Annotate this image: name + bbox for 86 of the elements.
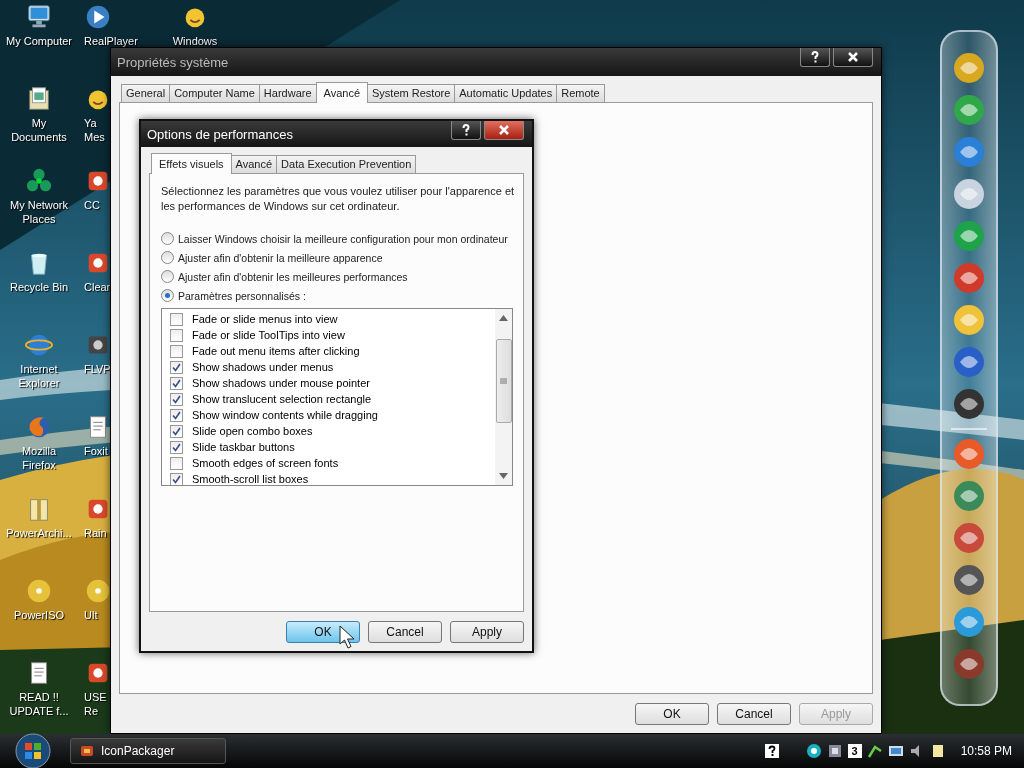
dialog-button[interactable]: OK — [286, 621, 360, 643]
help-icon[interactable] — [763, 743, 780, 759]
close-icon — [847, 51, 859, 63]
disc-icon[interactable] — [84, 577, 112, 605]
help-icon — [809, 51, 821, 63]
checkbox[interactable] — [170, 344, 183, 358]
start-button[interactable] — [14, 732, 52, 768]
desktop-icon-label[interactable]: Internet Explorer — [18, 362, 60, 390]
tab[interactable]: General — [121, 84, 171, 102]
scrollbar-thumb[interactable] — [495, 339, 512, 423]
description-text: Sélectionnez les paramètres que vous voulez utiliser pour l'apparence et les performances de Windows sur cet ordinateur. — [161, 184, 516, 214]
desktop-icon-label[interactable]: Windows — [172, 34, 218, 48]
desktop-icon-label[interactable]: USE Re — [84, 690, 107, 718]
desktop-icon-label[interactable]: READ !! UPDATE f... — [9, 690, 69, 718]
checkbox-label[interactable]: Show window contents while dragging — [192, 409, 378, 421]
radio-button[interactable] — [161, 270, 174, 283]
close-icon — [498, 124, 510, 136]
desktop-icon-label[interactable]: My Documents — [11, 116, 67, 144]
scroll-up-arrow-icon[interactable] — [499, 315, 508, 321]
network-icon[interactable] — [866, 743, 883, 759]
tab[interactable]: Computer Name — [169, 84, 260, 102]
help-button[interactable] — [800, 48, 830, 67]
tray-app-icon[interactable] — [826, 743, 843, 759]
checkbox-label[interactable]: Smooth-scroll list boxes — [192, 473, 309, 485]
tray-app-icon[interactable] — [887, 743, 904, 759]
checkbox[interactable] — [170, 472, 183, 485]
dialog-button[interactable]: OK — [635, 703, 709, 725]
desktop-icon-label[interactable]: Mozilla Firefox — [21, 444, 57, 472]
tab[interactable]: Hardware — [258, 84, 317, 102]
radio-button[interactable] — [161, 251, 174, 264]
mouse-pointer-icon — [339, 625, 357, 649]
tab[interactable]: Data Execution Prevention — [276, 155, 417, 173]
checkbox-label[interactable]: Smooth edges of screen fonts — [192, 457, 339, 469]
tab[interactable]: Automatic Updates — [454, 84, 558, 102]
tray-app-icon[interactable] — [805, 743, 822, 759]
tray-badge[interactable]: 3 — [847, 744, 862, 758]
checkbox[interactable] — [170, 312, 183, 326]
desktop-icon-label[interactable]: My Network Places — [9, 198, 69, 226]
help-icon — [460, 124, 472, 136]
tab[interactable]: Avancé — [230, 155, 278, 173]
tab[interactable]: Effets visuels — [151, 153, 232, 174]
checkbox[interactable] — [170, 360, 183, 374]
desktop-icon-label[interactable]: CC — [84, 198, 100, 212]
checkbox-label[interactable]: Show shadows under mouse pointer — [192, 377, 370, 389]
dialog-button[interactable]: Apply — [450, 621, 524, 643]
checkbox[interactable] — [170, 376, 183, 390]
checkbox-label[interactable]: Show translucent selection rectangle — [192, 393, 372, 405]
tab[interactable]: Avancé — [315, 82, 369, 103]
radio-label[interactable]: Ajuster afin d'obtenir la meilleure apparence — [178, 251, 383, 264]
desktop-icon-label[interactable]: Foxit — [84, 444, 108, 458]
checkbox[interactable] — [170, 440, 183, 454]
desktop-icon-label[interactable]: My Computer — [6, 34, 72, 48]
checkbox[interactable] — [170, 328, 183, 342]
dialog-button[interactable]: Cancel — [717, 703, 791, 725]
tab[interactable]: System Restore — [367, 84, 456, 102]
window-title: Propriétés système — [117, 54, 229, 70]
window-title: Options de performances — [147, 126, 293, 142]
checkbox-label[interactable]: Fade out menu items after clicking — [192, 345, 360, 357]
scroll-down-arrow-icon[interactable] — [499, 473, 508, 479]
tab[interactable]: Remote — [556, 84, 605, 102]
checkbox[interactable] — [170, 456, 183, 470]
close-button[interactable] — [484, 121, 524, 140]
checkbox-label[interactable]: Show shadows under menus — [192, 361, 334, 373]
desktop-icon-label[interactable]: RealPlayer — [84, 34, 138, 48]
help-button[interactable] — [451, 121, 481, 140]
radio-button[interactable] — [161, 232, 174, 245]
checkbox-label[interactable]: Slide taskbar buttons — [192, 441, 295, 453]
radio-label[interactable]: Ajuster afin d'obtenir les meilleures performances — [178, 270, 408, 283]
checkbox-label[interactable]: Fade or slide ToolTips into view — [192, 329, 345, 341]
close-button[interactable] — [833, 48, 873, 67]
clock[interactable]: 10:58 PM — [960, 744, 1012, 758]
radio-button[interactable] — [161, 289, 174, 302]
player-icon[interactable] — [84, 3, 112, 31]
desktop-icon-label[interactable]: Ya Mes — [84, 116, 105, 144]
checkbox[interactable] — [170, 392, 183, 406]
taskbar-button[interactable]: IconPackager — [70, 738, 226, 764]
app-icon — [79, 743, 95, 759]
radio-label[interactable]: Paramètres personnalisés : — [178, 289, 306, 302]
checkbox-label[interactable]: Slide open combo boxes — [192, 425, 313, 437]
checkbox-label[interactable]: Fade or slide menus into view — [192, 313, 338, 325]
radio-label[interactable]: Laisser Windows choisir la meilleure configuration pour mon ordinateur — [178, 232, 508, 245]
desktop-icon-label[interactable]: Clear — [84, 280, 111, 294]
checkbox[interactable] — [170, 424, 183, 438]
checkbox[interactable] — [170, 408, 183, 422]
desktop-icon-label[interactable]: Recycle Bin — [9, 280, 69, 294]
dialog-button[interactable]: Cancel — [368, 621, 442, 643]
